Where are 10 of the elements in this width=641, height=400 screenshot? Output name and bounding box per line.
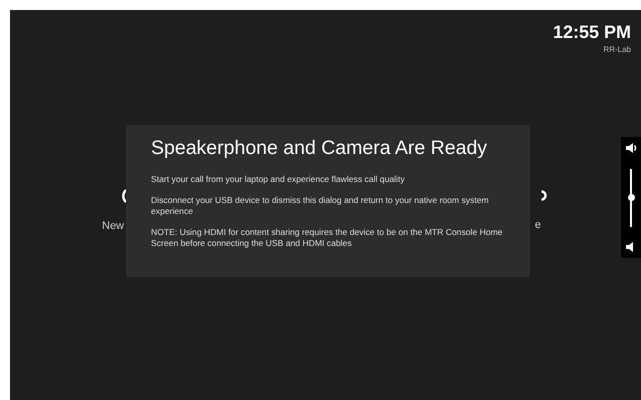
tile-label: New <box>102 220 124 232</box>
dialog-title: Speakerphone and Camera Are Ready <box>151 137 488 160</box>
dialog-message: Disconnect your USB device to dismiss this dialog and return to your native room system experience <box>151 195 490 217</box>
dialog-message: NOTE: Using HDMI for content sharing requires the device to be on the MTR Console Home Screen before connecting the USB and HDMI cables <box>151 227 504 249</box>
volume-thumb[interactable] <box>628 194 634 201</box>
volume-up-icon[interactable] <box>625 142 637 154</box>
dialog-message: Start your call from your laptop and experience flawless call quality <box>151 174 406 185</box>
tile-label: e <box>534 219 541 231</box>
room-name: RR-Lab <box>603 45 631 54</box>
clock-time: 12:55 PM <box>552 22 631 43</box>
